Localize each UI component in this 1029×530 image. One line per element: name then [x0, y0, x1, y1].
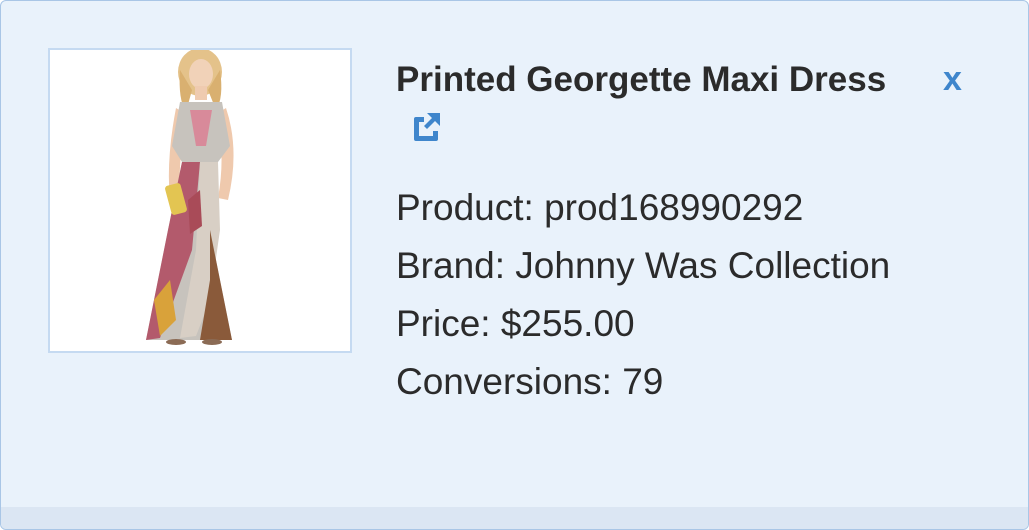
product-info: Printed Georgette Maxi Dress Product: pr… — [396, 51, 916, 411]
product-title: Printed Georgette Maxi Dress — [396, 60, 887, 99]
product-price: Price: $255.00 — [396, 302, 635, 344]
card-footer — [1, 507, 1028, 529]
product-image[interactable] — [48, 48, 352, 353]
product-title-block: Printed Georgette Maxi Dress — [396, 51, 916, 169]
close-button[interactable]: x — [943, 59, 962, 99]
product-detail-card: Printed Georgette Maxi Dress Product: pr… — [0, 0, 1029, 530]
external-link-icon[interactable] — [406, 107, 444, 165]
product-conversions: Conversions: 79 — [396, 360, 664, 402]
product-brand: Brand: Johnny Was Collection — [396, 244, 891, 286]
dress-icon — [146, 50, 234, 345]
product-id: Product: prod168990292 — [396, 186, 804, 228]
